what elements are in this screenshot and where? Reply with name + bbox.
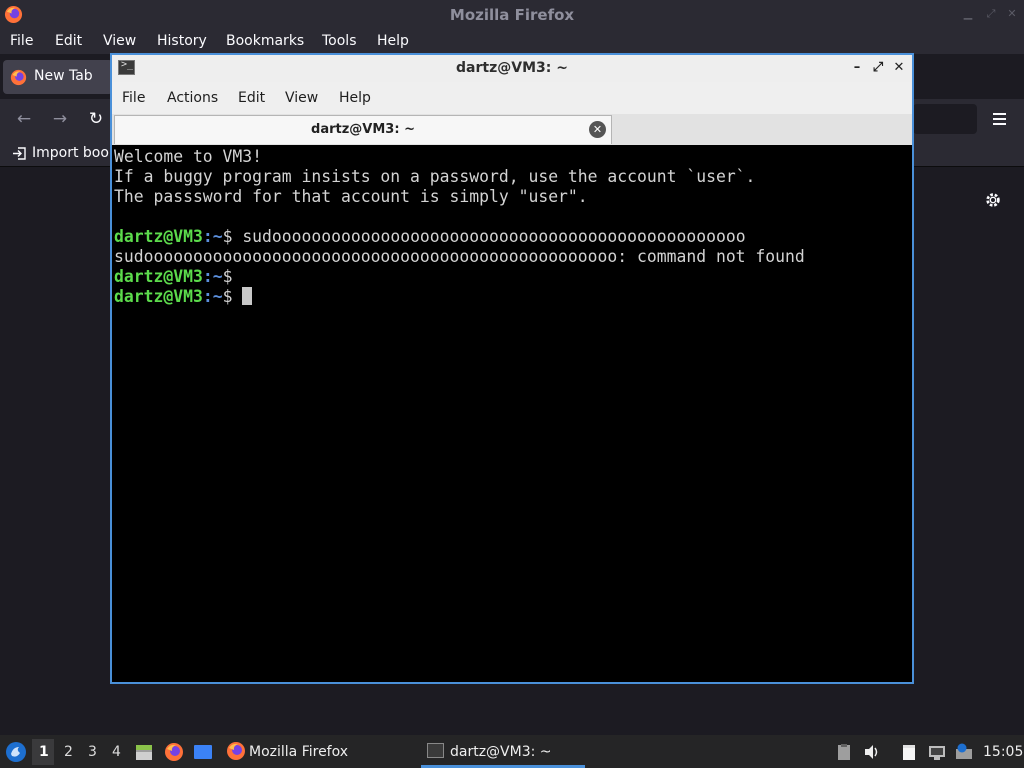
- terminal-menubar: File Actions Edit View Help: [112, 82, 912, 114]
- terminal-tabbar: dartz@VM3: ~ ✕: [112, 114, 912, 145]
- file-manager-icon[interactable]: [134, 742, 154, 762]
- term-menu-actions[interactable]: Actions: [167, 90, 218, 106]
- notes-icon[interactable]: [900, 743, 918, 761]
- clipboard-icon[interactable]: [835, 743, 853, 761]
- prompt-line: dartz@VM3:~$: [114, 267, 910, 287]
- workspace-1[interactable]: 1: [39, 744, 49, 760]
- minimize-icon[interactable]: –: [849, 59, 865, 77]
- prompt-line: dartz@VM3:~$: [114, 287, 910, 307]
- prompt-user: dartz@VM3: [114, 267, 203, 286]
- tab-new-tab[interactable]: New Tab: [3, 60, 113, 94]
- motd-line-3: The passsword for that account is simply…: [114, 187, 588, 206]
- hamburger-menu-icon[interactable]: [990, 109, 1010, 129]
- motd-line-2: If a buggy program insists on a password…: [114, 167, 756, 186]
- network-icon[interactable]: [928, 743, 946, 761]
- term-menu-file[interactable]: File: [122, 90, 145, 106]
- prompt-dollar: $: [222, 267, 243, 286]
- firefox-titlebar: Mozilla Firefox ▁ ⤢ ✕: [0, 0, 1024, 29]
- close-icon[interactable]: ✕: [1006, 8, 1018, 20]
- terminal-tab-label: dartz@VM3: ~: [311, 122, 415, 137]
- workspace-3[interactable]: 3: [88, 744, 97, 760]
- taskbar: 1 2 3 4 Mozilla Firefox dartz@VM3: ~ 15:…: [0, 735, 1024, 768]
- prompt-separator: :: [202, 287, 213, 306]
- motd-line-1: Welcome to VM3!: [114, 147, 263, 166]
- import-bookmarks-button[interactable]: Import book: [32, 145, 117, 161]
- prompt-dollar: $: [222, 227, 243, 246]
- maximize-icon[interactable]: ⤢: [985, 8, 997, 20]
- menu-edit[interactable]: Edit: [55, 33, 82, 49]
- url-bar[interactable]: [913, 104, 977, 134]
- prompt-user: dartz@VM3: [114, 227, 203, 246]
- reload-icon[interactable]: ↻: [86, 109, 106, 129]
- back-arrow-icon[interactable]: ←: [14, 109, 34, 129]
- task-label: Mozilla Firefox: [249, 744, 349, 760]
- close-icon[interactable]: ✕: [891, 59, 907, 77]
- term-menu-edit[interactable]: Edit: [238, 90, 265, 106]
- firefox-window-title: Mozilla Firefox: [449, 6, 575, 24]
- menu-history[interactable]: History: [157, 33, 207, 49]
- minimize-icon[interactable]: ▁: [962, 8, 974, 20]
- show-desktop-icon[interactable]: [193, 742, 213, 762]
- prompt-path: ~: [212, 267, 223, 286]
- start-menu-icon[interactable]: [5, 741, 27, 763]
- prompt-line: dartz@VM3:~$ sudoooooooooooooooooooooooo…: [114, 227, 910, 247]
- prompt-path: ~: [212, 287, 223, 306]
- firefox-logo-icon: [10, 69, 27, 86]
- terminal-tab[interactable]: dartz@VM3: ~ ✕: [114, 115, 612, 144]
- close-tab-icon[interactable]: ✕: [589, 121, 606, 138]
- import-icon: [13, 147, 26, 160]
- prompt-separator: :: [202, 267, 213, 286]
- volume-icon[interactable]: [863, 743, 881, 761]
- firefox-menubar: File Edit View History Bookmarks Tools H…: [0, 29, 1024, 54]
- tab-label: New Tab: [34, 68, 93, 84]
- maximize-icon[interactable]: ⤢: [870, 59, 886, 77]
- command-text: sudooooooooooooooooooooooooooooooooooooo…: [242, 227, 746, 246]
- task-label: dartz@VM3: ~: [450, 744, 552, 760]
- terminal-icon: [427, 743, 444, 758]
- error-output-line: sudooooooooooooooooooooooooooooooooooooo…: [114, 247, 805, 266]
- terminal-window[interactable]: >_ dartz@VM3: ~ – ⤢ ✕ File Actions Edit …: [110, 53, 914, 684]
- terminal-output[interactable]: Welcome to VM3! If a buggy program insist…: [114, 147, 910, 682]
- firefox-launcher-icon[interactable]: [164, 742, 184, 762]
- updates-icon[interactable]: [955, 743, 973, 761]
- menu-file[interactable]: File: [10, 33, 33, 49]
- term-menu-help[interactable]: Help: [339, 90, 371, 106]
- prompt-dollar: $: [222, 287, 243, 306]
- menu-bookmarks[interactable]: Bookmarks: [226, 33, 304, 49]
- term-menu-view[interactable]: View: [285, 90, 318, 106]
- forward-arrow-icon[interactable]: →: [50, 109, 70, 129]
- menu-tools[interactable]: Tools: [322, 33, 357, 49]
- menu-help[interactable]: Help: [377, 33, 409, 49]
- gear-icon[interactable]: [984, 191, 1002, 209]
- text-cursor: [242, 287, 253, 305]
- prompt-path: ~: [212, 227, 223, 246]
- task-firefox[interactable]: Mozilla Firefox: [222, 735, 412, 768]
- workspace-2[interactable]: 2: [64, 744, 73, 760]
- menu-view[interactable]: View: [103, 33, 136, 49]
- terminal-titlebar[interactable]: >_ dartz@VM3: ~ – ⤢ ✕: [112, 55, 912, 82]
- terminal-window-title: dartz@VM3: ~: [456, 60, 568, 76]
- prompt-user: dartz@VM3: [114, 287, 203, 306]
- clock: 15:05: [983, 744, 1024, 760]
- firefox-logo-icon: [227, 742, 245, 760]
- task-terminal[interactable]: dartz@VM3: ~: [421, 735, 585, 768]
- prompt-separator: :: [202, 227, 213, 246]
- workspace-4[interactable]: 4: [112, 744, 121, 760]
